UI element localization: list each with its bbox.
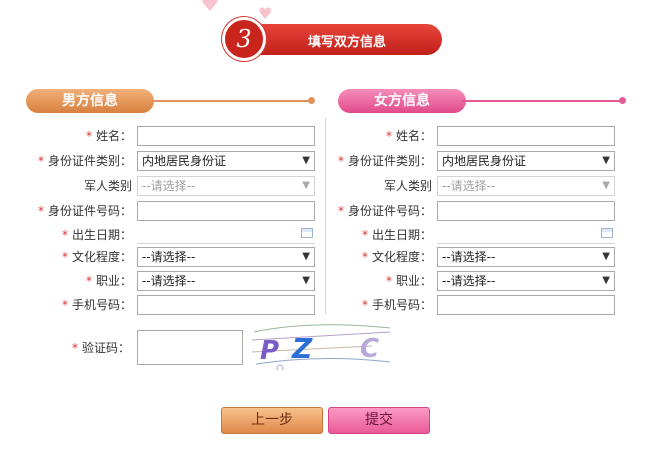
female-job-value: --请选择-- [442,274,496,288]
male-birth-row: * 出生日期： [61,228,132,242]
male-military-value: --请选择-- [142,179,196,193]
male-name-label: 姓名： [95,129,132,143]
male-name-row: * 姓名： [85,129,132,143]
male-military-select[interactable]: --请选择-- ▼ [137,176,315,196]
female-section-line [462,100,622,102]
male-id-type-label: 身份证件类别： [47,154,132,168]
male-birth-input[interactable] [137,243,315,244]
male-id-number-input[interactable] [137,201,315,221]
female-education-row: * 文化程度： [361,250,432,264]
prev-step-button[interactable]: 上一步 [221,407,323,434]
male-phone-label: 手机号码： [71,298,132,312]
chevron-down-icon: ▼ [602,155,610,166]
male-job-label: 职业： [95,274,132,288]
female-birth-label: 出生日期： [371,228,432,242]
captcha-label: 验证码： [81,341,130,355]
female-military-row: 军人类别 [300,176,432,196]
heart-decoration: ♥ [200,0,220,17]
male-section-line [150,100,310,102]
male-birth-label: 出生日期： [71,228,132,242]
male-id-type-row: * 身份证件类别： [37,154,132,168]
female-id-type-value: 内地居民身份证 [442,154,527,168]
male-phone-row: * 手机号码： [61,298,132,312]
captcha-char: C [360,334,380,364]
male-id-type-value: 内地居民身份证 [142,154,227,168]
female-id-type-row: * 身份证件类别： [337,154,432,168]
male-id-number-row: * 身份证件号码： [37,204,132,218]
male-military-row: 军人类别 [0,176,132,196]
female-military-value: --请选择-- [442,179,496,193]
step-title: 填写双方信息 [307,35,386,50]
submit-button[interactable]: 提交 [328,407,430,434]
female-section-dot [619,97,626,104]
male-job-row: * 职业： [85,274,132,288]
female-id-type-label: 身份证件类别： [347,154,432,168]
female-job-row: * 职业： [385,274,432,288]
male-military-label: 军人类别 [83,179,132,193]
female-phone-input[interactable] [437,295,615,315]
chevron-down-icon: ▼ [602,180,610,191]
male-id-number-label: 身份证件号码： [47,204,132,218]
female-name-row: * 姓名： [385,129,432,143]
male-job-select[interactable]: --请选择-- ▼ [137,271,315,291]
female-education-label: 文化程度： [371,250,432,264]
female-id-number-label: 身份证件号码： [347,204,432,218]
female-military-label: 军人类别 [383,179,432,193]
female-education-value: --请选择-- [442,250,496,264]
female-job-label: 职业： [395,274,432,288]
male-education-label: 文化程度： [71,250,132,264]
male-section-dot [308,97,315,104]
male-education-value: --请选择-- [142,250,196,264]
captcha-row: * 验证码： [71,341,130,355]
chevron-down-icon: ▼ [602,275,610,286]
female-job-select[interactable]: --请选择-- ▼ [437,271,615,291]
female-name-input[interactable] [437,126,615,146]
female-id-type-select[interactable]: 内地居民身份证 ▼ [437,151,615,171]
female-phone-row: * 手机号码： [361,298,432,312]
step-number: 3 [222,17,266,61]
captcha-char: Z [292,332,313,365]
female-id-number-input[interactable] [437,201,615,221]
female-section-title: 女方信息 [338,89,466,113]
heart-decoration: ♥ [258,4,273,23]
male-phone-input[interactable] [137,295,315,315]
female-phone-label: 手机号码： [371,298,432,312]
chevron-down-icon: ▼ [602,251,610,262]
male-section-title: 男方信息 [26,89,154,113]
captcha-input[interactable] [137,330,243,365]
male-id-type-select[interactable]: 内地居民身份证 ▼ [137,151,315,171]
male-name-input[interactable] [137,126,315,146]
male-education-select[interactable]: --请选择-- ▼ [137,247,315,267]
female-name-label: 姓名： [395,129,432,143]
calendar-icon[interactable] [601,228,613,238]
female-birth-input[interactable] [437,243,615,244]
female-id-number-row: * 身份证件号码： [337,204,432,218]
captcha-image[interactable]: P Z C [252,318,392,370]
captcha-char: P [260,336,280,366]
male-job-value: --请选择-- [142,274,196,288]
female-education-select[interactable]: --请选择-- ▼ [437,247,615,267]
female-military-select[interactable]: --请选择-- ▼ [437,176,615,196]
male-education-row: * 文化程度： [61,250,132,264]
female-birth-row: * 出生日期： [361,228,432,242]
